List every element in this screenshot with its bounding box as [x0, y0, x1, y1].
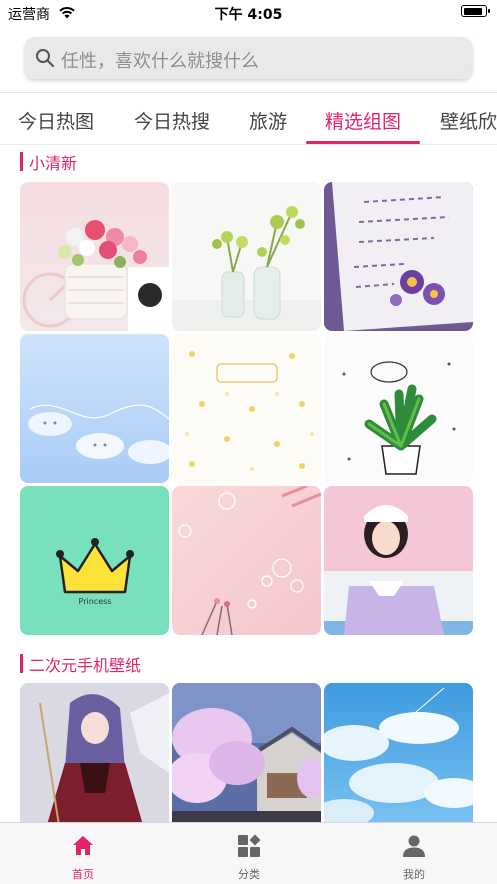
- image-tile-glass-vases[interactable]: [172, 182, 321, 331]
- tab-featured-sets[interactable]: 精选组图: [325, 107, 401, 134]
- anime-girl-artwork: [20, 683, 169, 832]
- clock: 下午 4:05: [214, 7, 283, 23]
- pink-bubbles-photo: [172, 486, 321, 635]
- tab-today-hot-searches[interactable]: 今日热搜: [134, 107, 210, 134]
- potted-plant-sketch: [324, 334, 473, 483]
- category-tabs: 今日热图 今日热搜 旅游 精选组图 壁纸欣: [0, 92, 497, 145]
- image-tile-blue-sky[interactable]: [324, 683, 473, 832]
- glass-vase-plants-photo: [172, 182, 321, 331]
- section-marker: [20, 654, 23, 673]
- home-icon: [73, 836, 93, 855]
- section-title: 小清新: [29, 154, 78, 173]
- image-tile-cherry-blossom[interactable]: [172, 683, 321, 832]
- section-header-fresh: 小清新: [20, 150, 320, 174]
- nav-home-label: 首页: [72, 868, 94, 881]
- section-title: 二次元手机壁纸: [29, 656, 142, 675]
- cloud-sky-illustration: [20, 334, 169, 483]
- blue-sky-clouds-artwork: [324, 683, 473, 832]
- tab-today-hot-images[interactable]: 今日热图: [18, 107, 94, 134]
- nav-mine-label: 我的: [403, 868, 425, 881]
- image-tile-plant-sketch[interactable]: [324, 334, 473, 483]
- image-tile-girl-portrait[interactable]: [324, 486, 473, 635]
- svg-text:Princess: Princess: [79, 597, 112, 606]
- girl-portrait-photo: [324, 486, 473, 635]
- tab-wallpapers[interactable]: 壁纸欣: [440, 107, 497, 134]
- search-bar[interactable]: 任性，喜欢什么就搜什么: [25, 37, 472, 79]
- battery-icon: [461, 5, 490, 17]
- image-tile-pink-bubbles[interactable]: [172, 486, 321, 635]
- image-tile-clouds[interactable]: [20, 334, 169, 483]
- section-header-anime-wallpapers: 二次元手机壁纸: [20, 652, 320, 676]
- tab-travel[interactable]: 旅游: [249, 107, 287, 134]
- yellow-pattern-wallpaper: [172, 334, 321, 483]
- nav-home[interactable]: 首页: [33, 823, 133, 884]
- bottom-navigation: 首页 分类 我的: [0, 822, 497, 884]
- nav-mine[interactable]: 我的: [364, 823, 464, 884]
- search-placeholder[interactable]: 任性，喜欢什么就搜什么: [61, 47, 259, 73]
- image-tile-flower-bicycle[interactable]: [20, 182, 169, 331]
- flower-bicycle-photo: [20, 182, 169, 331]
- image-tile-crown[interactable]: Princess: [20, 486, 169, 635]
- princess-crown-illustration: Princess: [20, 486, 169, 635]
- nav-category[interactable]: 分类: [199, 823, 299, 884]
- purple-flower-notes-photo: [324, 182, 473, 331]
- divider: [0, 144, 497, 145]
- cherry-blossom-house-artwork: [172, 683, 321, 832]
- nav-category-label: 分类: [238, 868, 260, 881]
- image-tile-yellow-pattern[interactable]: [172, 334, 321, 483]
- search-icon: [36, 49, 55, 68]
- section-marker: [20, 152, 23, 171]
- image-tile-anime-girl[interactable]: [20, 683, 169, 832]
- status-bar: 运营商 下午 4:05: [0, 0, 497, 26]
- image-tile-purple-flower[interactable]: [324, 182, 473, 331]
- category-grid-icon: [238, 834, 261, 857]
- person-icon: [403, 835, 425, 857]
